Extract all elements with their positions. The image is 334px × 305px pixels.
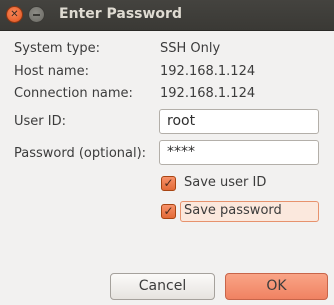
- connection-name-value: 192.168.1.124: [160, 86, 256, 101]
- checkmark-icon: ✓: [163, 204, 174, 218]
- window-title: Enter Password: [59, 6, 182, 22]
- user-id-input[interactable]: root: [159, 109, 319, 134]
- minimize-icon: [33, 13, 40, 16]
- password-input[interactable]: ****: [159, 140, 319, 165]
- close-icon: ✕: [10, 8, 19, 20]
- user-id-label: User ID:: [14, 114, 66, 129]
- cancel-button[interactable]: Cancel: [110, 273, 215, 300]
- enter-password-dialog: ✕ Enter Password System type: SSH Only H…: [0, 0, 334, 305]
- ok-button[interactable]: OK: [225, 273, 328, 300]
- connection-name-label: Connection name:: [14, 86, 133, 101]
- save-password-label[interactable]: Save password: [184, 203, 282, 218]
- host-name-label: Host name:: [14, 64, 89, 79]
- system-type-label: System type:: [14, 41, 101, 56]
- close-window-button[interactable]: ✕: [6, 6, 23, 23]
- save-user-id-checkbox[interactable]: ✓: [161, 176, 176, 191]
- host-name-value: 192.168.1.124: [160, 64, 256, 79]
- title-bar[interactable]: ✕ Enter Password: [0, 0, 334, 31]
- password-label: Password (optional):: [14, 146, 147, 161]
- checkmark-icon: ✓: [163, 176, 174, 190]
- save-user-id-label[interactable]: Save user ID: [184, 175, 266, 190]
- minimize-window-button[interactable]: [28, 6, 45, 23]
- system-type-value: SSH Only: [160, 41, 221, 56]
- save-password-checkbox[interactable]: ✓: [161, 204, 176, 219]
